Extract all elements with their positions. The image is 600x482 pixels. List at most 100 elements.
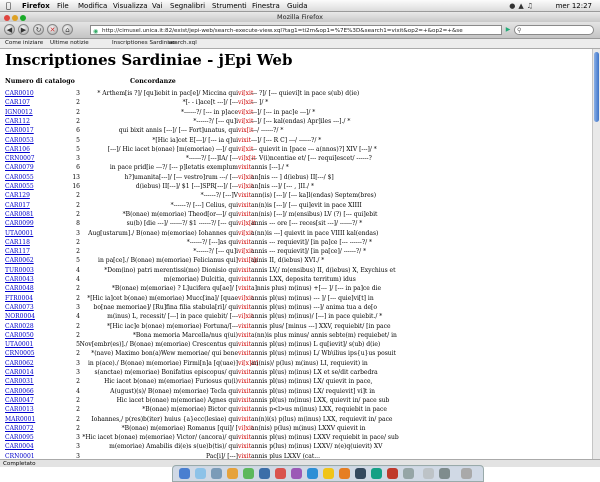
catalog-link[interactable]: CRN0005 [5,349,35,358]
menu-visualizza[interactable]: Visualizza [113,0,147,12]
go-icon[interactable]: ▶ [504,25,512,35]
home-icon[interactable]: ⌂ [62,24,73,35]
menu-file[interactable]: File [57,0,69,12]
catalog-link[interactable]: CAR0066 [5,387,34,396]
minimize-window-icon[interactable] [12,15,18,21]
row-number: 2 [76,415,80,423]
dock-app-icon[interactable] [355,468,366,479]
catalog-link[interactable]: CAR0050 [5,331,34,340]
row-number: 3 [76,155,80,163]
scrollbar-thumb[interactable] [594,52,599,122]
context-left: h?]umanita[---]/ [--- vestro]rum ---/ [-… [124,173,238,181]
dock-app-icon[interactable] [387,468,398,479]
status-icons[interactable]: ●▲♫ [509,0,536,12]
firefox-icon[interactable] [339,468,350,479]
catalog-link[interactable]: CAR0055 [5,173,34,182]
stop-icon[interactable]: ✕ [47,24,58,35]
menu-modifica[interactable]: Modifica [78,0,107,12]
context-left: *------?/ [---]IA/ [--- [185,155,238,163]
bookmark-item[interactable]: Come iniziare [5,39,43,48]
catalog-link[interactable]: CAR106 [5,145,30,154]
catalog-link[interactable]: CAR0028 [5,322,34,331]
catalog-link[interactable]: TUR0003 [5,266,34,275]
url-bar[interactable]: ◉ http://cimusel.unica.it:82/exist/jepi-… [90,25,502,35]
catalog-link[interactable]: CAR0055 [5,182,34,191]
catalog-link[interactable]: CAR0072 [5,424,34,433]
zoom-window-icon[interactable] [20,15,26,21]
catalog-link[interactable]: CAR0079 [5,163,34,172]
dock-app-icon[interactable] [243,468,254,479]
context-left: *Dom(ino) patri merentissi(mo) Dionisio … [104,266,238,274]
dock-app-icon[interactable] [275,468,286,479]
dock-app-icon[interactable] [307,468,318,479]
catalog-link[interactable]: UTA0001 [5,340,33,349]
menu-finestra[interactable]: Finestra [252,0,280,12]
catalog-link[interactable]: CAR0014 [5,368,34,377]
dock-app-icon[interactable] [259,468,270,479]
dock-app-icon[interactable] [195,468,206,479]
catalog-link[interactable]: MAR0001 [5,415,35,424]
catalog-link[interactable]: CAR117 [5,247,30,256]
menu-vai[interactable]: Vai [152,0,162,12]
catalog-link[interactable]: CAR0013 [5,405,34,414]
search-input[interactable]: ⚲ [514,25,594,35]
catalog-link[interactable]: CAR0053 [5,136,34,145]
dock-app-icon[interactable] [403,468,414,479]
clock[interactable]: mer 12:27 [556,0,592,12]
row-number: 2 [76,396,80,404]
catalog-link[interactable]: CAR0062 [5,359,34,368]
catalog-link[interactable]: CAR0081 [5,210,34,219]
bookmark-item[interactable]: search.xql [168,39,197,48]
bookmark-item[interactable]: Inscriptiones Sardiniae [112,39,176,48]
catalog-link[interactable]: IGN0012 [5,108,33,117]
menu-firefox[interactable]: Firefox [22,0,50,12]
catalog-link[interactable]: CAR017 [5,201,30,210]
dock-app-icon[interactable] [423,468,434,479]
catalog-link[interactable]: CRN0001 [5,452,35,459]
apple-menu-icon[interactable]:  [6,0,11,12]
dock-app-icon[interactable] [439,468,450,479]
dock-app-icon[interactable] [227,468,238,479]
catalog-link[interactable]: UTA0001 [5,229,33,238]
catalog-link[interactable]: CAR112 [5,117,30,126]
catalog-link[interactable]: NOR0004 [5,312,35,321]
menu-strumenti[interactable]: Strumenti [212,0,247,12]
catalog-link[interactable]: CAR0031 [5,377,34,386]
catalog-link[interactable]: CAR0004 [5,442,34,451]
context-right: an[nis ---]/ [--- , ]II./ * [251,183,314,190]
catalog-link[interactable]: CAR0017 [5,126,34,135]
menu-segnalibri[interactable]: Segnalibri [170,0,205,12]
catalog-link[interactable]: CAR0048 [5,284,34,293]
menu-guida[interactable]: Guida [287,0,308,12]
catalog-link[interactable]: CAR0010 [5,89,34,98]
catalog-link[interactable]: CAR0047 [5,396,34,405]
close-window-icon[interactable] [4,15,10,21]
reload-icon[interactable]: ↻ [33,24,44,35]
context-right: a]nnis plus) m(inus) +[--- ]/ [--- in pa… [251,285,382,293]
catalog-link[interactable]: CAR129 [5,191,30,200]
trash-icon[interactable] [461,468,472,479]
status-text: Completato [3,461,36,467]
catalog-link[interactable]: CAR0062 [5,256,34,265]
context-right: a(nn)is ---] quievit in pace VIIII kal(e… [251,229,379,237]
catalog-link[interactable]: CAR0095 [5,433,34,442]
catalog-link[interactable]: CAR0073 [5,303,34,312]
finder-icon[interactable] [179,468,190,479]
catalog-link[interactable]: CAR0099 [5,219,34,228]
dock-app-icon[interactable] [291,468,302,479]
dock-app-icon[interactable] [371,468,382,479]
bookmark-item[interactable]: Ultime notizie [50,39,89,48]
back-icon[interactable]: ◀ [4,24,15,35]
row-number: 2 [76,424,80,432]
dock-app-icon[interactable] [323,468,334,479]
forward-icon[interactable]: ▶ [18,24,29,35]
catalog-link[interactable]: CRN0007 [5,154,35,163]
row-number: 3 [76,359,80,367]
catalog-link[interactable]: FTR0004 [5,294,33,303]
catalog-link[interactable]: CAR107 [5,98,30,107]
catalog-link[interactable]: CAR118 [5,238,30,247]
vertical-scrollbar[interactable] [592,49,600,459]
row-number: 2 [76,248,80,256]
catalog-link[interactable]: CAR0043 [5,275,34,284]
dock-app-icon[interactable] [211,468,222,479]
